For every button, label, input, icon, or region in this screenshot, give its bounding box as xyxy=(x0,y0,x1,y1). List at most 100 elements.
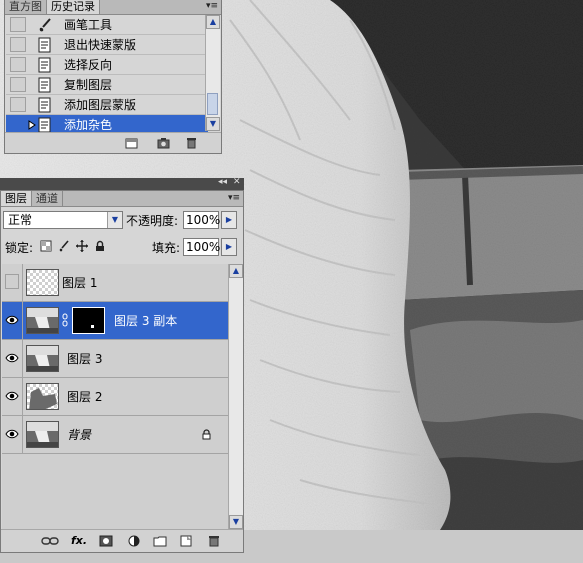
fill-slider-arrow-icon[interactable]: ▶ xyxy=(221,238,237,256)
history-item-label: 复制图层 xyxy=(64,78,113,92)
layers-scrollbar[interactable]: ▲ ▼ xyxy=(228,264,243,529)
tab-layers[interactable]: 图层 xyxy=(1,191,32,206)
history-state-icon xyxy=(38,57,51,73)
layer-locked-icon xyxy=(202,429,211,440)
layer-name: 图层 2 xyxy=(67,390,103,404)
tab-histogram[interactable]: 直方图 xyxy=(5,0,47,14)
delete-layer-icon[interactable] xyxy=(207,535,221,547)
visibility-cell[interactable] xyxy=(2,378,23,415)
lock-fill-row: 锁定: 填充: 100% ▶ xyxy=(1,235,243,259)
create-snapshot-icon[interactable] xyxy=(157,137,170,149)
layer-row-4[interactable]: 图层 2 xyxy=(2,378,228,416)
lock-transparent-pixels-icon[interactable] xyxy=(40,240,52,252)
collapse-arrows-icon[interactable]: ◂◂ xyxy=(218,177,227,187)
scroll-thumb[interactable] xyxy=(207,93,218,115)
history-tabs: 直方图 历史记录 ▾≡ xyxy=(5,0,221,15)
scroll-up-icon[interactable]: ▲ xyxy=(206,15,220,29)
eye-icon[interactable] xyxy=(5,353,19,363)
visibility-cell[interactable] xyxy=(2,264,23,301)
fill-input[interactable]: 100% xyxy=(183,238,220,256)
blend-mode-value: 正常 xyxy=(8,213,33,227)
close-icon[interactable]: ✕ xyxy=(233,177,241,187)
delete-state-icon[interactable] xyxy=(185,137,198,149)
history-item[interactable]: 画笔工具 xyxy=(6,15,208,35)
scroll-down-icon[interactable]: ▼ xyxy=(206,117,220,131)
layer-name: 背景 xyxy=(67,428,92,442)
layer-name: 图层 1 xyxy=(62,276,98,290)
history-item-label: 画笔工具 xyxy=(64,18,113,32)
layers-panel: 图层 通道 ▾≡ 正常 ▼ 不透明度: 100% ▶ 锁定: 填充: 100% ▶… xyxy=(0,190,244,553)
layer-mask-thumbnail[interactable] xyxy=(72,307,105,334)
add-mask-icon[interactable] xyxy=(99,535,113,547)
lock-position-icon[interactable] xyxy=(76,240,88,252)
adjustment-layer-icon[interactable] xyxy=(127,535,141,547)
panel-menu-icon[interactable]: ▾≡ xyxy=(206,0,218,14)
brush-icon xyxy=(39,18,51,32)
history-source-checkbox[interactable] xyxy=(10,17,26,32)
layer-row-2-selected[interactable]: 图层 3 副本 xyxy=(2,302,228,340)
layer-thumbnail xyxy=(26,345,59,372)
history-state-icon xyxy=(38,97,51,113)
history-item-label: 添加图层蒙版 xyxy=(64,98,137,112)
layer-thumbnail xyxy=(26,383,59,410)
history-source-checkbox[interactable] xyxy=(10,57,26,72)
history-item[interactable]: 添加图层蒙版 xyxy=(6,95,208,115)
visibility-cell[interactable] xyxy=(2,302,23,339)
chevron-down-icon[interactable]: ▼ xyxy=(107,212,122,228)
visibility-off-box[interactable] xyxy=(5,274,19,289)
panel-menu-icon[interactable]: ▾≡ xyxy=(228,191,240,206)
layer-row-3[interactable]: 图层 3 xyxy=(2,340,228,378)
new-group-icon[interactable] xyxy=(153,535,167,547)
history-item-label: 退出快速蒙版 xyxy=(64,38,137,52)
blend-mode-select[interactable]: 正常 ▼ xyxy=(3,211,123,229)
lock-label: 锁定: xyxy=(5,241,34,255)
layer-thumbnail xyxy=(26,269,59,296)
scroll-up-icon[interactable]: ▲ xyxy=(229,264,243,278)
chain-link-icon[interactable] xyxy=(62,313,68,327)
history-item[interactable]: 选择反向 xyxy=(6,55,208,75)
layer-thumbnail xyxy=(26,421,59,448)
opacity-label: 不透明度: xyxy=(126,214,179,228)
history-item[interactable]: 复制图层 xyxy=(6,75,208,95)
visibility-cell[interactable] xyxy=(2,340,23,377)
layer-row-background[interactable]: 背景 xyxy=(2,416,228,454)
visibility-cell[interactable] xyxy=(2,416,23,453)
link-layers-icon[interactable] xyxy=(41,535,59,547)
history-source-checkbox[interactable] xyxy=(10,77,26,92)
new-layer-icon[interactable] xyxy=(179,535,193,547)
history-source-checkbox[interactable] xyxy=(10,97,26,112)
lock-image-pixels-icon[interactable] xyxy=(58,240,70,252)
current-state-slider-icon[interactable] xyxy=(28,120,36,130)
tab-channels[interactable]: 通道 xyxy=(32,191,63,206)
fx-icon[interactable]: fx. xyxy=(71,535,91,547)
history-state-icon xyxy=(38,37,51,53)
tab-history[interactable]: 历史记录 xyxy=(47,0,100,14)
fill-label: 填充: xyxy=(152,241,181,255)
eye-icon[interactable] xyxy=(5,429,19,439)
eye-icon[interactable] xyxy=(5,391,19,401)
opacity-input[interactable]: 100% xyxy=(183,211,220,229)
layer-name: 图层 3 xyxy=(67,352,103,366)
layer-name: 图层 3 副本 xyxy=(114,314,178,328)
history-item-label: 选择反向 xyxy=(64,58,113,72)
blend-opacity-row: 正常 ▼ 不透明度: 100% ▶ xyxy=(1,208,243,232)
history-state-icon xyxy=(38,77,51,93)
scroll-down-icon[interactable]: ▼ xyxy=(229,515,243,529)
layers-tabs: 图层 通道 ▾≡ xyxy=(1,191,243,207)
lock-all-icon[interactable] xyxy=(94,240,106,252)
history-source-checkbox[interactable] xyxy=(10,37,26,52)
history-footer xyxy=(5,132,221,153)
layers-footer: fx. xyxy=(1,529,243,552)
new-document-from-state-icon[interactable] xyxy=(125,137,138,149)
eye-icon[interactable] xyxy=(5,315,19,325)
history-state-icon xyxy=(38,117,51,133)
history-item-label: 添加杂色 xyxy=(64,118,113,132)
opacity-slider-arrow-icon[interactable]: ▶ xyxy=(221,211,237,229)
history-item[interactable]: 退出快速蒙版 xyxy=(6,35,208,55)
history-source-checkbox[interactable] xyxy=(10,117,26,132)
layer-row-1[interactable]: 图层 1 xyxy=(2,264,228,302)
panel-dock-bar: ◂◂ ✕ xyxy=(0,177,244,190)
history-scrollbar[interactable]: ▲ ▼ xyxy=(205,15,220,131)
layer-list: 图层 1 图层 3 副本 图层 3 图层 2 背景 xyxy=(2,264,228,529)
layer-thumbnail xyxy=(26,307,59,334)
